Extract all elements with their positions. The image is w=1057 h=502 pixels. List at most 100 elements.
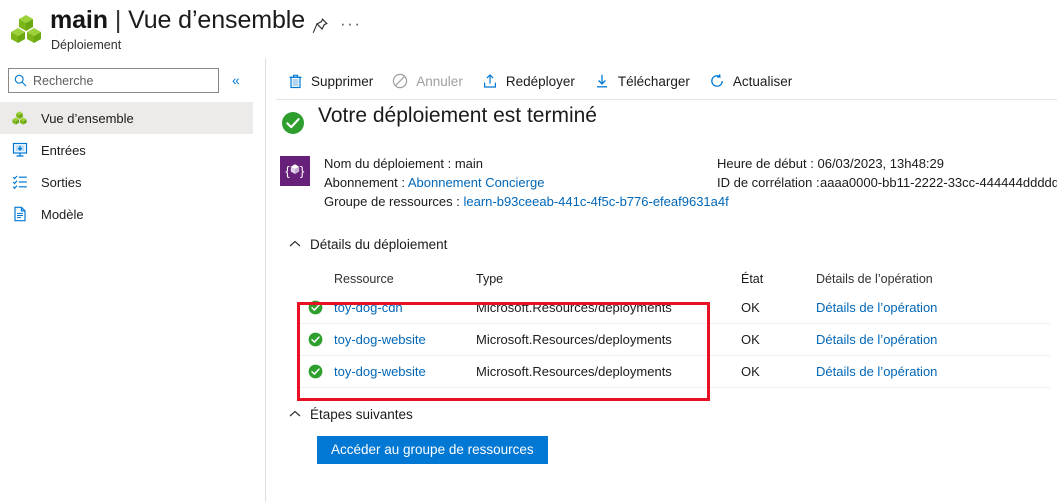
deployment-summary-left: Nom du déploiement : main Abonnement : A… [324,154,729,211]
deployment-name-line: Nom du déploiement : main [324,154,729,173]
resource-state: OK [741,332,760,347]
sidebar-divider [265,58,266,502]
page-header: main | Vue d’ensemble Déploiement ··· [0,0,1057,58]
outputs-icon [12,173,38,191]
deployment-name-label: Nom du déploiement : [324,156,452,171]
refresh-button[interactable]: Actualiser [698,66,800,96]
deployment-details-section-header[interactable]: Détails du déploiement [286,232,1057,256]
deployment-cubes-icon [10,12,44,46]
correlation-id-line: ID de corrélation : aaaa0000-bb11-2222-3… [717,173,1057,192]
download-arrow-icon [591,72,613,90]
deployment-box-icon: { } [280,156,310,186]
page-title-main: main [50,6,108,34]
cancel-button-label: Annuler [416,73,463,89]
svg-text:}: } [300,163,305,178]
success-check-icon [298,332,334,347]
sidebar: « Vue d’ensemble [0,58,265,502]
resource-state: OK [741,300,760,315]
search-input[interactable] [31,72,211,89]
chevron-up-icon [286,238,304,250]
deployment-status: Votre déploiement est terminé [281,104,1057,142]
pin-icon[interactable] [310,16,330,36]
table-header-type: Type [476,272,504,286]
search-icon [9,74,31,87]
sidebar-item-sorties[interactable]: Sorties [0,166,253,198]
ellipsis-icon[interactable]: ··· [340,14,361,34]
resource-state: OK [741,364,760,379]
next-steps-title: Étapes suivantes [310,406,413,422]
delete-button-label: Supprimer [311,73,374,89]
subscription-link[interactable]: Abonnement Concierge [408,175,545,190]
sidebar-item-modele[interactable]: Modèle [0,198,253,230]
chevron-up-icon [286,408,304,420]
success-check-icon [281,111,305,135]
deployment-summary: { } Nom du déploiement : main Abonnement… [280,156,1057,220]
sidebar-item-label: Vue d’ensemble [41,110,134,126]
upload-box-icon [479,72,501,90]
search-box[interactable] [8,68,219,93]
success-check-icon [298,300,334,315]
operation-details-link[interactable]: Détails de l’opération [816,364,937,379]
sidebar-item-entrees[interactable]: Entrées [0,134,253,166]
operation-details-link[interactable]: Détails de l’opération [816,300,937,315]
resource-link[interactable]: toy-dog-cdn [334,300,403,315]
refresh-button-label: Actualiser [732,73,793,89]
refresh-icon [706,72,728,90]
page-title-sub: Vue d’ensemble [128,6,306,34]
resource-group-link[interactable]: learn-b93ceeab-441c-4f5c-b776-efeaf9631a… [463,194,728,209]
deployment-cubes-icon [12,109,38,127]
success-check-icon [298,364,334,379]
table-row: toy-dog-cdn Microsoft.Resources/deployme… [298,292,1050,324]
page-title-separator: | [114,6,122,34]
page-subtitle: Déploiement [51,38,122,52]
trash-icon [284,72,306,90]
table-row: toy-dog-website Microsoft.Resources/depl… [298,356,1050,388]
deployment-status-title: Votre déploiement est terminé [318,104,597,127]
cancel-button: Annuler [381,66,471,96]
resource-link[interactable]: toy-dog-website [334,332,426,347]
main-content: Votre déploiement est terminé { } Nom du… [276,104,1057,464]
table-header-resource: Ressource [334,272,394,286]
subscription-label: Abonnement : [324,175,405,190]
correlation-id-value: aaaa0000-bb11-2222-33cc-444444dddddd [820,175,1057,190]
table-header-state: État [741,272,764,286]
svg-text:{: { [285,163,290,178]
redeploy-button-label: Redéployer [505,73,575,89]
sidebar-item-vue-densemble[interactable]: Vue d’ensemble [0,102,253,134]
delete-button[interactable]: Supprimer [276,66,381,96]
correlation-id-label: ID de corrélation : [717,175,820,190]
resource-link[interactable]: toy-dog-website [334,364,426,379]
redeploy-button[interactable]: Redéployer [471,66,583,96]
subscription-line: Abonnement : Abonnement Concierge [324,173,729,192]
inputs-icon [12,141,38,159]
deployment-summary-right: Heure de début : 06/03/2023, 13h48:29 ID… [717,154,1057,192]
download-button-label: Télécharger [617,73,690,89]
resource-group-label: Groupe de ressources : [324,194,460,209]
chevron-double-left-icon[interactable]: « [232,72,240,88]
deployment-resources-table: Ressource Type État Détails de l’opérati… [298,266,1050,388]
azure-portal-deployment-overview: main | Vue d’ensemble Déploiement ··· Re… [0,0,1057,502]
resource-group-line: Groupe de ressources : learn-b93ceeab-44… [324,192,729,211]
table-header-operation-details: Détails de l’opération [816,272,933,286]
start-time-label: Heure de début : [717,156,814,171]
toolbar-divider [276,99,1057,100]
resource-type: Microsoft.Resources/deployments [476,300,672,315]
start-time-line: Heure de début : 06/03/2023, 13h48:29 [717,154,944,173]
resource-type: Microsoft.Resources/deployments [476,332,672,347]
start-time-value: 06/03/2023, 13h48:29 [817,156,944,171]
download-button[interactable]: Télécharger [583,66,698,96]
template-document-icon [12,205,38,223]
command-toolbar: Supprimer Annuler Redéployer Télécharger… [276,62,1057,100]
table-row: toy-dog-website Microsoft.Resources/depl… [298,324,1050,356]
sidebar-item-label: Entrées [41,142,86,158]
operation-details-link[interactable]: Détails de l’opération [816,332,937,347]
sidebar-item-label: Sorties [41,174,82,190]
sidebar-nav: Vue d’ensemble Entrées Sorties Modèle [0,102,253,230]
resource-type: Microsoft.Resources/deployments [476,364,672,379]
go-to-resource-group-button[interactable]: Accéder au groupe de ressources [317,436,548,464]
table-header-row: Ressource Type État Détails de l’opérati… [298,266,1050,292]
next-steps-section-header[interactable]: Étapes suivantes [286,402,1057,426]
deployment-name-value: main [454,156,483,171]
page-title: main | Vue d’ensemble [50,6,305,35]
cancel-circle-icon [389,72,411,90]
